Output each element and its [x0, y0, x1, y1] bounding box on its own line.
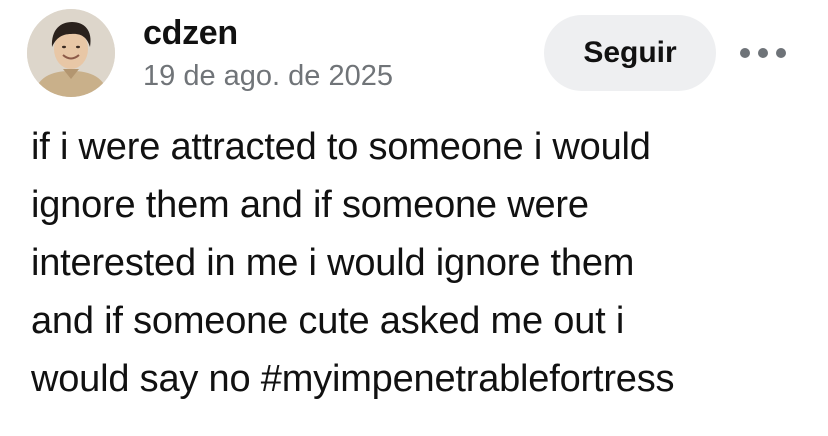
post-text-line: if i were attracted to someone i would	[31, 126, 651, 168]
post: cdzen 19 de ago. de 2025 Seguir if i wer…	[0, 0, 828, 436]
post-text-line: would say no #myimpenetrablefortress	[31, 358, 675, 400]
post-text-line: interested in me i would ignore them	[31, 242, 635, 284]
avatar[interactable]	[27, 9, 115, 97]
more-dot	[776, 48, 786, 58]
post-text-line: ignore them and if someone were	[31, 184, 589, 226]
avatar-image	[27, 9, 115, 97]
more-horizontal-icon[interactable]	[740, 38, 786, 68]
post-date: 19 de ago. de 2025	[143, 60, 393, 92]
author-name[interactable]: cdzen	[143, 13, 238, 53]
more-dot	[740, 48, 750, 58]
post-text-line: and if someone cute asked me out i	[31, 300, 625, 342]
follow-button[interactable]: Seguir	[544, 15, 716, 91]
post-text: if i were attracted to someone i would i…	[31, 118, 821, 408]
more-dot	[758, 48, 768, 58]
